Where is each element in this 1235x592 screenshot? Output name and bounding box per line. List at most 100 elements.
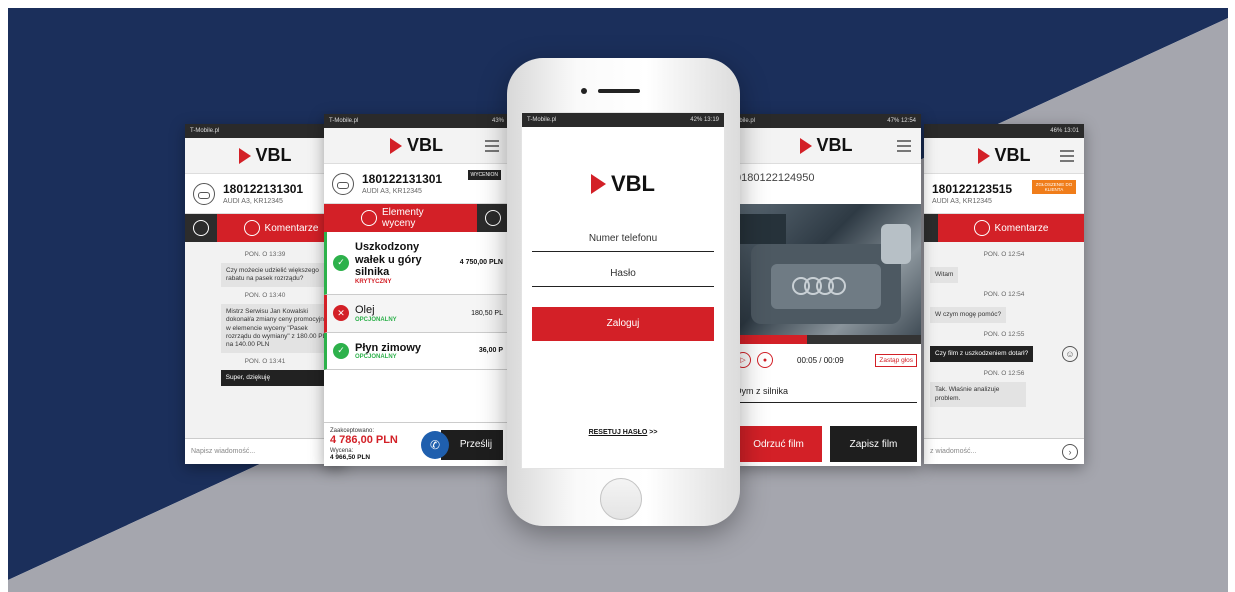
tab-valuation-label: Elementy wyceny [382,207,424,229]
battery-label: 43% [491,118,504,124]
item-name: Uszkodzony wałek u góry silnika [355,241,422,279]
vbl-logo: VBL [238,145,292,166]
logo-text: VBL [994,145,1031,165]
save-label: Zapisz film [849,438,898,450]
tab-bar: Komentarze [185,214,345,242]
camera-icon [581,88,587,94]
status-bar: T-Mobile.pl 43% [324,114,509,128]
close-icon[interactable]: ✕ [333,305,349,322]
accepted-value: 4 786,00 PLN [330,434,398,446]
status-bar: 46% 13:01 [924,124,1084,138]
vbl-logo: VBL [591,171,655,197]
comment-icon [973,220,990,236]
carrier-label: T-Mobile.pl [527,117,557,123]
status-badge: WYCENION [467,170,501,180]
order-row[interactable]: 180122123515 AUDI A3, KR12345 ZGŁOSZENIE … [924,174,1084,214]
list-icon [193,220,209,236]
vbl-arrow-icon [591,174,606,194]
reset-arrows: >> [649,429,658,436]
tab-items[interactable] [924,214,938,242]
video-progress-bar[interactable] [731,335,921,344]
call-button[interactable]: ✆ [421,430,449,459]
tab-comments[interactable] [477,204,509,232]
comment-icon [243,220,260,236]
order-row[interactable]: 180122131301 AUDI A3, KR12345 WYCENION [324,164,509,204]
tab-bar: Elementy wyceny [324,204,509,232]
status-bar: T-Mobile.pl 42% 13:19 [522,113,724,127]
tab-items[interactable] [185,214,217,242]
menu-icon[interactable] [1060,150,1074,162]
vbl-arrow-icon [238,147,251,164]
order-row[interactable]: 180122131301 AUDI A3, KR12345 [185,174,345,214]
status-bar: obile.pl 47% 12:54 [731,114,921,128]
menu-icon[interactable] [897,140,911,152]
tab-comments[interactable]: Komentarze [938,214,1084,242]
logo-text: VBL [255,145,292,165]
speaker-grille [598,89,640,93]
video-title-field[interactable]: Dym z silnika [735,380,917,403]
valuation-item[interactable]: ✕ Olej OPCJONALNY 180,50 PL [324,294,509,333]
check-icon[interactable]: ✓ [333,342,349,359]
login-screen: T-Mobile.pl 42% 13:19 VBL Numer telefonu … [521,112,725,469]
video-time: 00:05 / 00:09 [797,355,844,365]
tab-bar: Komentarze [924,214,1084,242]
car-icon [193,182,215,205]
comment-icon [485,210,501,226]
message-input[interactable]: z wiadomość... › [924,438,1084,464]
message-input[interactable]: Napisz wiadomość... [185,438,345,464]
replace-voice-button[interactable]: Zastąp głos [875,353,917,367]
car-info: AUDI A3, KR12345 [223,198,283,205]
chat-list: PON. O 13:39 Czy możecie udzielić większ… [185,242,345,438]
own-message-row: Czy film z uszkodzeniem dotarł? ☺ [930,343,1078,365]
vbl-logo: VBL [390,135,443,156]
phone-number-field[interactable]: Numer telefonu [532,227,714,252]
item-name: Olej [355,303,375,316]
summary-totals: Zaakceptowano: 4 786,00 PLN Wycena: 4 96… [330,428,398,461]
item-tag: OPCJONALNY [355,316,397,323]
message-bubble: Tak. Właśnie analizuje problem. [930,382,1027,407]
valuation-item[interactable]: ✓ Uszkodzony wałek u góry silnika KRYTYCZ… [324,232,509,295]
tab-comments-label: Komentarze [264,222,319,234]
password-field[interactable]: Hasło [532,262,714,287]
car-info: AUDI A3, KR12345 [932,198,992,205]
home-button[interactable] [600,478,642,520]
message-bubble: Witam [930,267,959,284]
discard-video-button[interactable]: Odrzuć film [735,426,822,462]
vbl-logo: VBL [977,145,1031,166]
valuation-value: 4 966,50 PLN [330,454,371,461]
video-player[interactable] [731,204,921,344]
screen-valuation: T-Mobile.pl 43% VBL 180122131301 AUDI A3, … [324,114,509,466]
message-placeholder: Napisz wiadomość... [191,448,256,455]
send-arrow-icon[interactable]: › [1062,443,1078,460]
message-bubble: Mistrz Serwisu Jan Kowalski dokonał/a zm… [221,304,339,353]
message-bubble: Czy możecie udzielić większego rabatu na… [221,263,339,288]
message-time: PON. O 12:55 [983,331,1025,339]
save-video-button[interactable]: Zapisz film [830,426,917,462]
vbl-arrow-icon [977,147,990,164]
menu-icon[interactable] [485,140,499,152]
valuation-item[interactable]: ✓ Płyn zimowy OPCJONALNY 36,00 P [324,332,509,371]
send-button[interactable]: Prześlij [441,429,503,460]
app-header: VBL [731,128,921,164]
login-button[interactable]: Zaloguj [532,307,714,341]
list-icon [361,210,377,226]
check-icon[interactable]: ✓ [333,254,349,271]
message-bubble: W czym mogę pomóc? [930,307,1007,324]
item-price: 36,00 P [478,347,503,355]
reset-password-link[interactable]: RESETUJ HASŁO >> [522,429,724,436]
logo-text: VBL [816,135,853,155]
phone-device: T-Mobile.pl 42% 13:19 VBL Numer telefonu … [507,58,740,526]
item-price: 4 750,00 PLN [459,259,503,267]
password-placeholder: Hasło [610,268,636,279]
tab-valuation-items[interactable]: Elementy wyceny [324,204,477,232]
microphone-icon[interactable]: ● [757,352,773,368]
item-price: 180,50 PL [471,309,503,317]
summary-footer: Zaakceptowano: 4 786,00 PLN Wycena: 4 96… [324,422,509,466]
order-row[interactable]: 0180122124950 [731,164,921,204]
carrier-label: T-Mobile.pl [329,118,359,124]
send-label: Prześlij [459,439,493,450]
discard-label: Odrzuć film [753,438,804,450]
vbl-logo: VBL [799,135,853,156]
login-logo: VBL [522,171,724,197]
logo-text: VBL [611,171,655,196]
